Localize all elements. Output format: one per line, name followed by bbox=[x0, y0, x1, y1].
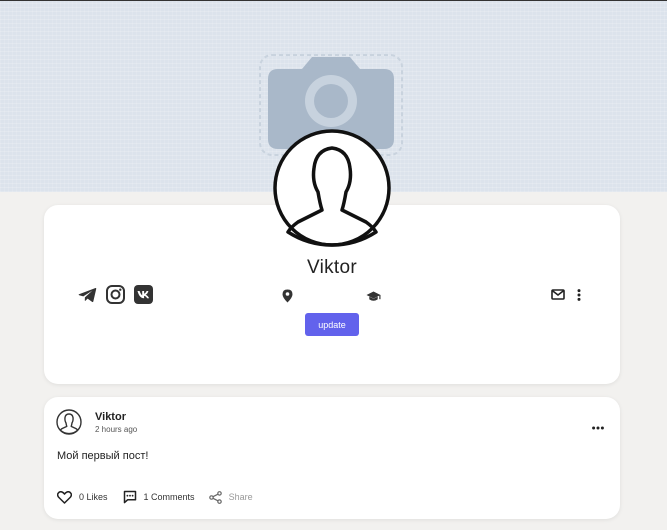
profile-avatar[interactable] bbox=[272, 128, 392, 248]
telegram-icon[interactable] bbox=[78, 287, 97, 303]
profile-name: Viktor bbox=[306, 257, 358, 278]
comments-count: 1 Comments bbox=[143, 492, 195, 502]
heart-icon bbox=[57, 490, 72, 504]
mail-icon[interactable] bbox=[551, 289, 565, 300]
location-icon bbox=[282, 289, 293, 303]
likes-count: 0 Likes bbox=[79, 492, 108, 502]
post-card: Viktor 2 hours ago Мой первый пост! 0 Li… bbox=[44, 397, 620, 519]
post-text: Мой первый пост! bbox=[57, 450, 149, 462]
more-horizontal-icon[interactable] bbox=[592, 417, 604, 435]
post-author-name[interactable]: Viktor bbox=[95, 411, 126, 423]
share-button[interactable]: Share bbox=[208, 490, 253, 504]
more-vertical-icon[interactable] bbox=[577, 289, 581, 301]
comment-button[interactable]: 1 Comments bbox=[123, 490, 195, 504]
comment-icon bbox=[123, 490, 136, 504]
social-links bbox=[78, 285, 153, 304]
share-label: Share bbox=[228, 492, 253, 502]
like-button[interactable]: 0 Likes bbox=[57, 490, 108, 504]
post-author-avatar[interactable] bbox=[56, 409, 82, 435]
education-icon bbox=[366, 291, 381, 302]
instagram-icon[interactable] bbox=[106, 285, 125, 304]
post-actions: 0 Likes 1 Comments Share bbox=[57, 490, 253, 504]
update-button[interactable]: update bbox=[305, 313, 359, 336]
share-icon bbox=[208, 490, 222, 504]
vk-icon[interactable] bbox=[134, 285, 153, 304]
post-timestamp: 2 hours ago bbox=[95, 425, 138, 434]
